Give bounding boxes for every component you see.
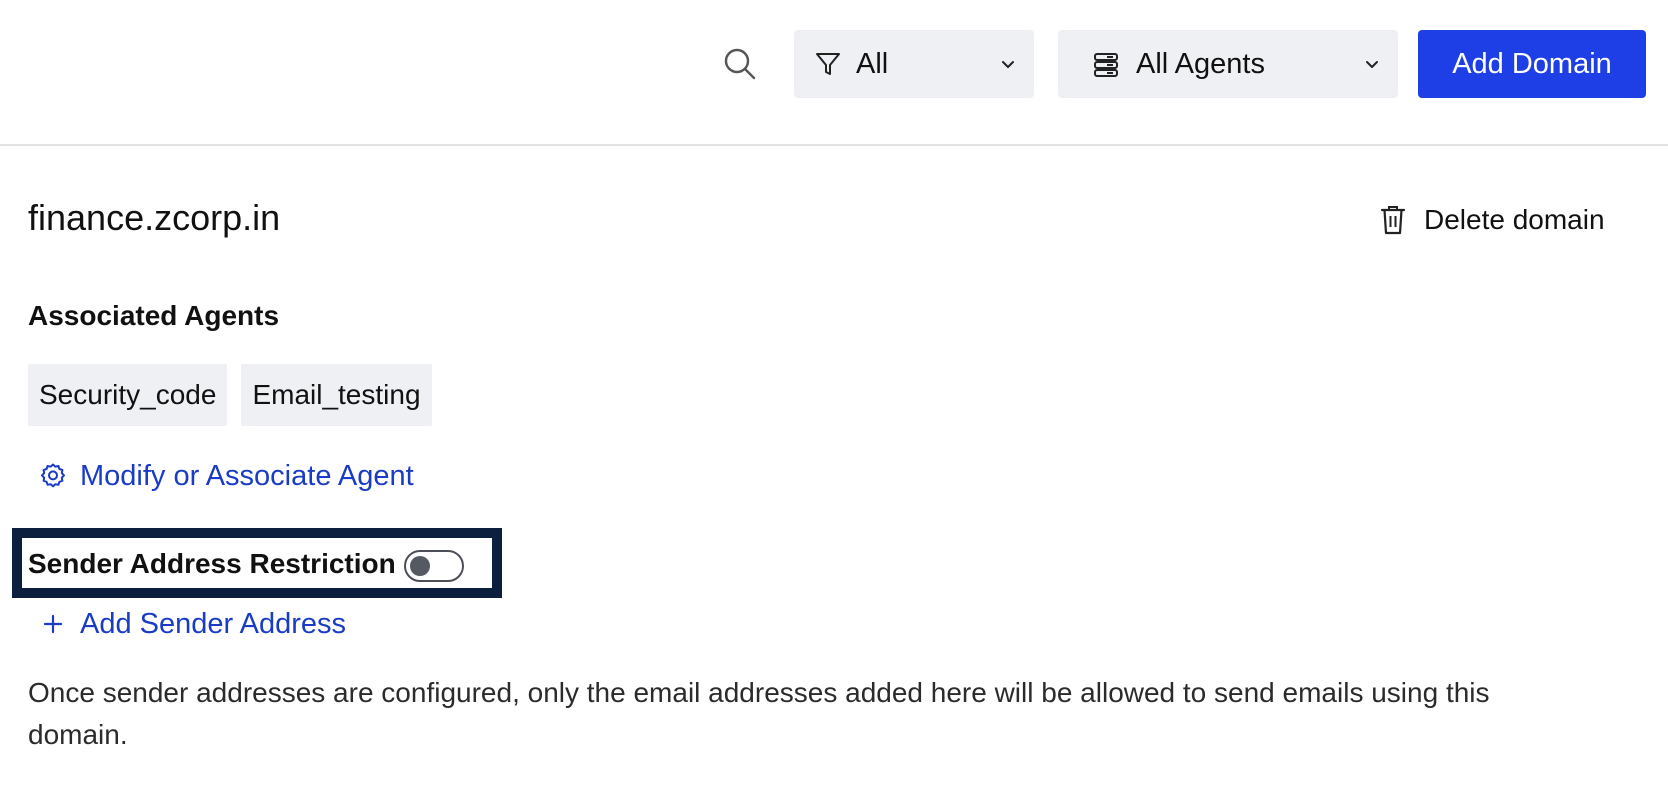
server-icon	[1090, 48, 1122, 80]
agents-dropdown-value: All Agents	[1136, 48, 1265, 80]
search-button[interactable]	[718, 42, 762, 86]
agents-dropdown[interactable]: All Agents	[1058, 30, 1398, 98]
trash-icon	[1378, 203, 1408, 237]
agent-tag: Email_testing	[241, 364, 432, 426]
filter-dropdown-value: All	[856, 48, 889, 80]
add-sender-address-link[interactable]: Add Sender Address	[38, 604, 346, 644]
sender-restriction-toggle[interactable]	[404, 550, 464, 582]
chevron-down-icon	[1362, 54, 1382, 74]
chevron-down-icon	[998, 54, 1018, 74]
agent-tag: Security_code	[28, 364, 228, 426]
toggle-knob	[410, 556, 430, 576]
top-toolbar: All All Agents Add Domain	[0, 0, 1668, 146]
agent-tags-list: Security_code Email_testing	[28, 364, 432, 426]
sender-restriction-info: Once sender addresses are configured, on…	[28, 677, 1490, 750]
domain-title: finance.zcorp.in	[28, 197, 281, 238]
search-icon	[724, 48, 756, 80]
filter-icon	[812, 48, 844, 80]
associated-agents-heading: Associated Agents	[28, 300, 280, 331]
filter-dropdown[interactable]: All	[794, 30, 1034, 98]
gear-icon	[38, 461, 68, 491]
sender-restriction-label: Sender Address Restriction	[28, 548, 396, 579]
modify-associate-agent-label: Modify or Associate Agent	[80, 460, 414, 492]
plus-icon	[38, 609, 68, 639]
add-sender-address-label: Add Sender Address	[80, 608, 347, 640]
delete-domain-label: Delete domain	[1424, 204, 1605, 235]
delete-domain-button[interactable]: Delete domain	[1378, 198, 1605, 242]
add-domain-button[interactable]: Add Domain	[1418, 30, 1646, 98]
modify-associate-agent-link[interactable]: Modify or Associate Agent	[38, 456, 414, 496]
